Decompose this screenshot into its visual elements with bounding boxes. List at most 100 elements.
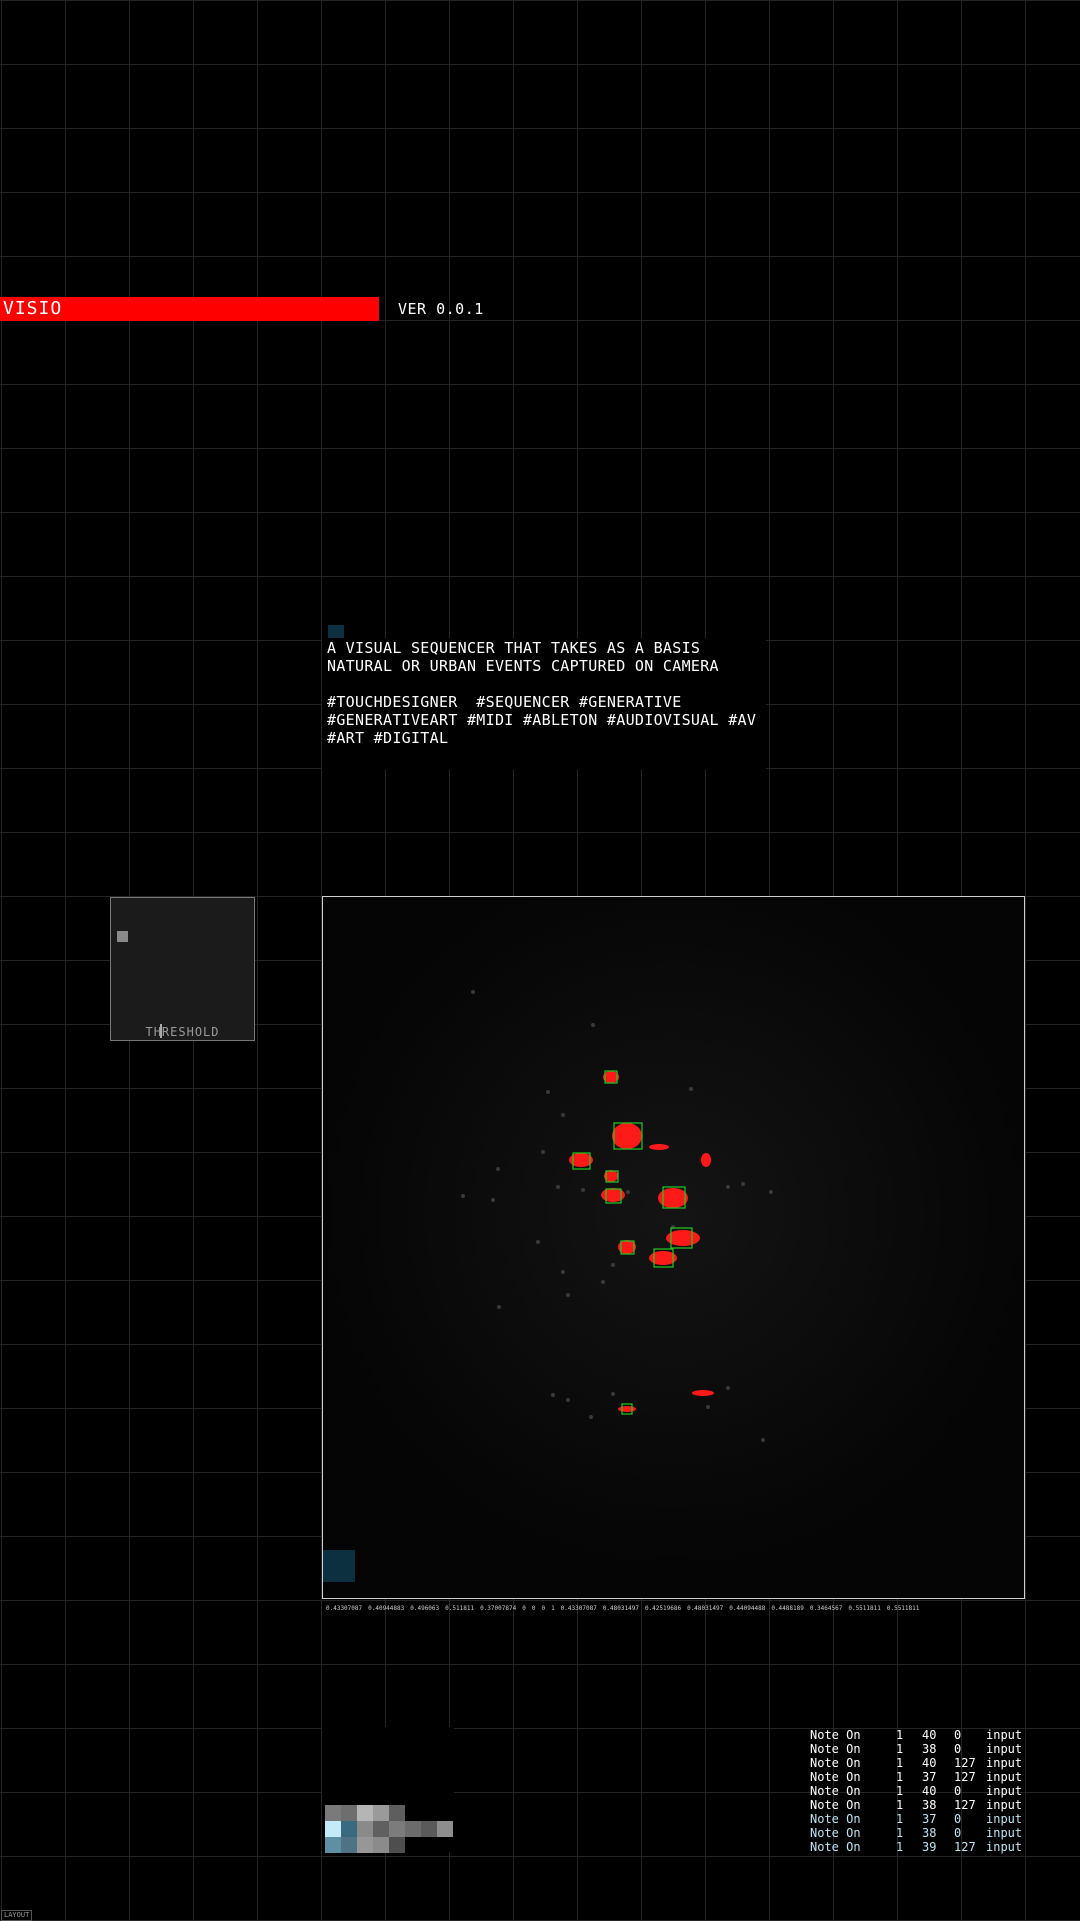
midi-note: 40 [922, 1784, 937, 1798]
viewer-marker [323, 1550, 355, 1582]
sensor-value: 0.496063 [410, 1605, 440, 1612]
threshold-slider[interactable]: THRESHOLD [110, 897, 255, 1041]
sensor-value: 0 [522, 1605, 526, 1612]
midi-ch: 1 [896, 1840, 904, 1854]
midi-ch: 1 [896, 1826, 904, 1840]
midi-ch: 1 [896, 1784, 904, 1798]
sensor-values-row: 0.43307087 0.40944883 0.496063 0.511811 0.37… [326, 1605, 1026, 1612]
sensor-value: 0.43307087 [326, 1605, 363, 1612]
midi-src: input [986, 1840, 1023, 1854]
midi-src: input [986, 1812, 1023, 1826]
midi-type: Note On [810, 1826, 861, 1840]
pixel-cell [405, 1821, 421, 1837]
midi-vel: 0 [954, 1784, 962, 1798]
midi-log-row: Note On 1 40 0 input [810, 1728, 1034, 1742]
midi-vel: 127 [954, 1840, 976, 1854]
description-text: A VISUAL SEQUENCER THAT TAKES AS A BASIS… [327, 639, 719, 675]
sensor-value: 0 [541, 1605, 546, 1612]
midi-note: 39 [922, 1840, 937, 1854]
pixel-cell [341, 1837, 357, 1853]
midi-src: input [986, 1728, 1023, 1742]
midi-src: input [986, 1770, 1023, 1784]
blob [618, 1406, 636, 1412]
blob [649, 1144, 669, 1150]
midi-note: 38 [922, 1826, 937, 1840]
version-label: VER 0.0.1 [398, 300, 484, 318]
midi-ch: 1 [896, 1812, 904, 1826]
pixel-cell [373, 1805, 389, 1821]
midi-type: Note On [810, 1742, 861, 1756]
layout-tag: LAYOUT [1, 1910, 33, 1921]
midi-log-row: Note On 1 37 0 input [810, 1812, 1034, 1826]
pixel-cell [325, 1837, 341, 1853]
sensor-value: 0.43307087 [560, 1605, 597, 1612]
pixel-cell [357, 1821, 373, 1837]
midi-log-row: Note On 1 40 127 input [810, 1756, 1034, 1770]
midi-vel: 127 [954, 1798, 976, 1812]
midi-src: input [986, 1826, 1023, 1840]
blob [612, 1123, 642, 1149]
pixel-cell [341, 1821, 357, 1837]
threshold-label: THRESHOLD [145, 1025, 220, 1039]
pixel-cell [389, 1821, 405, 1837]
sensor-value: 0.5511811 [848, 1605, 881, 1612]
midi-log-row: Note On 1 38 0 input [810, 1742, 1034, 1756]
app-title-bar: VISIO [0, 297, 379, 321]
detection-overlay [323, 897, 1024, 1598]
sensor-value: 0.5511811 [886, 1605, 920, 1612]
camera-viewer[interactable] [322, 896, 1025, 1599]
sensor-value: 0.3464567 [809, 1605, 843, 1612]
blob [692, 1390, 714, 1396]
midi-vel: 0 [954, 1812, 962, 1826]
midi-src: input [986, 1784, 1023, 1798]
pixel-cell [373, 1837, 389, 1853]
pixel-cell [325, 1821, 341, 1837]
sensor-value: 0.511811 [445, 1605, 475, 1612]
pixel-cell [357, 1805, 373, 1821]
midi-ch: 1 [896, 1756, 904, 1770]
midi-ch: 1 [896, 1742, 904, 1756]
midi-note: 40 [922, 1756, 937, 1770]
blob [701, 1153, 711, 1167]
sensor-value: 0.48031497 [687, 1605, 724, 1612]
midi-note: 38 [922, 1742, 937, 1756]
midi-type: Note On [810, 1770, 861, 1784]
midi-ch: 1 [896, 1798, 904, 1812]
sensor-value: 1 [551, 1605, 555, 1612]
sensor-value: 0.42519686 [644, 1605, 682, 1612]
midi-vel: 0 [954, 1728, 962, 1742]
pixel-cell [341, 1805, 357, 1821]
midi-type: Note On [810, 1798, 861, 1812]
sensor-value: 0.48031497 [602, 1605, 639, 1612]
midi-ch: 1 [896, 1770, 904, 1784]
sensor-value: 0.44094488 [729, 1605, 766, 1612]
app-title: VISIO [3, 298, 63, 319]
midi-vel: 0 [954, 1826, 962, 1840]
midi-log: Note On 1 40 0 input Note On 1 38 0 input Note On 1… [810, 1728, 1034, 1854]
midi-vel: 127 [954, 1770, 976, 1784]
sensor-value: 0.4488189 [771, 1605, 804, 1612]
midi-log-row: Note On 1 37 127 input [810, 1770, 1034, 1784]
threshold-handle[interactable] [117, 931, 128, 942]
midi-note: 40 [922, 1728, 937, 1742]
midi-log-row: Note On 1 40 0 input [810, 1784, 1034, 1798]
midi-src: input [986, 1742, 1023, 1756]
midi-vel: 127 [954, 1756, 976, 1770]
pixel-cell [389, 1837, 405, 1853]
pixel-cell [421, 1821, 437, 1837]
midi-src: input [986, 1756, 1023, 1770]
midi-note: 37 [922, 1770, 937, 1784]
midi-type: Note On [810, 1784, 861, 1798]
midi-note: 37 [922, 1812, 937, 1826]
pixel-cell [437, 1821, 453, 1837]
sensor-value: 0.37007874 [480, 1605, 517, 1612]
midi-log-row: Note On 1 38 0 input [810, 1826, 1034, 1840]
description-panel: A VISUAL SEQUENCER THAT TAKES AS A BASIS… [322, 638, 766, 770]
midi-type: Note On [810, 1756, 861, 1770]
midi-log-row: Note On 1 39 127 input [810, 1840, 1034, 1854]
midi-note: 38 [922, 1798, 937, 1812]
midi-log-row: Note On 1 38 127 input [810, 1798, 1034, 1812]
pixel-cell [373, 1821, 389, 1837]
sensor-value: 0 [531, 1605, 536, 1612]
midi-type: Note On [810, 1728, 861, 1742]
